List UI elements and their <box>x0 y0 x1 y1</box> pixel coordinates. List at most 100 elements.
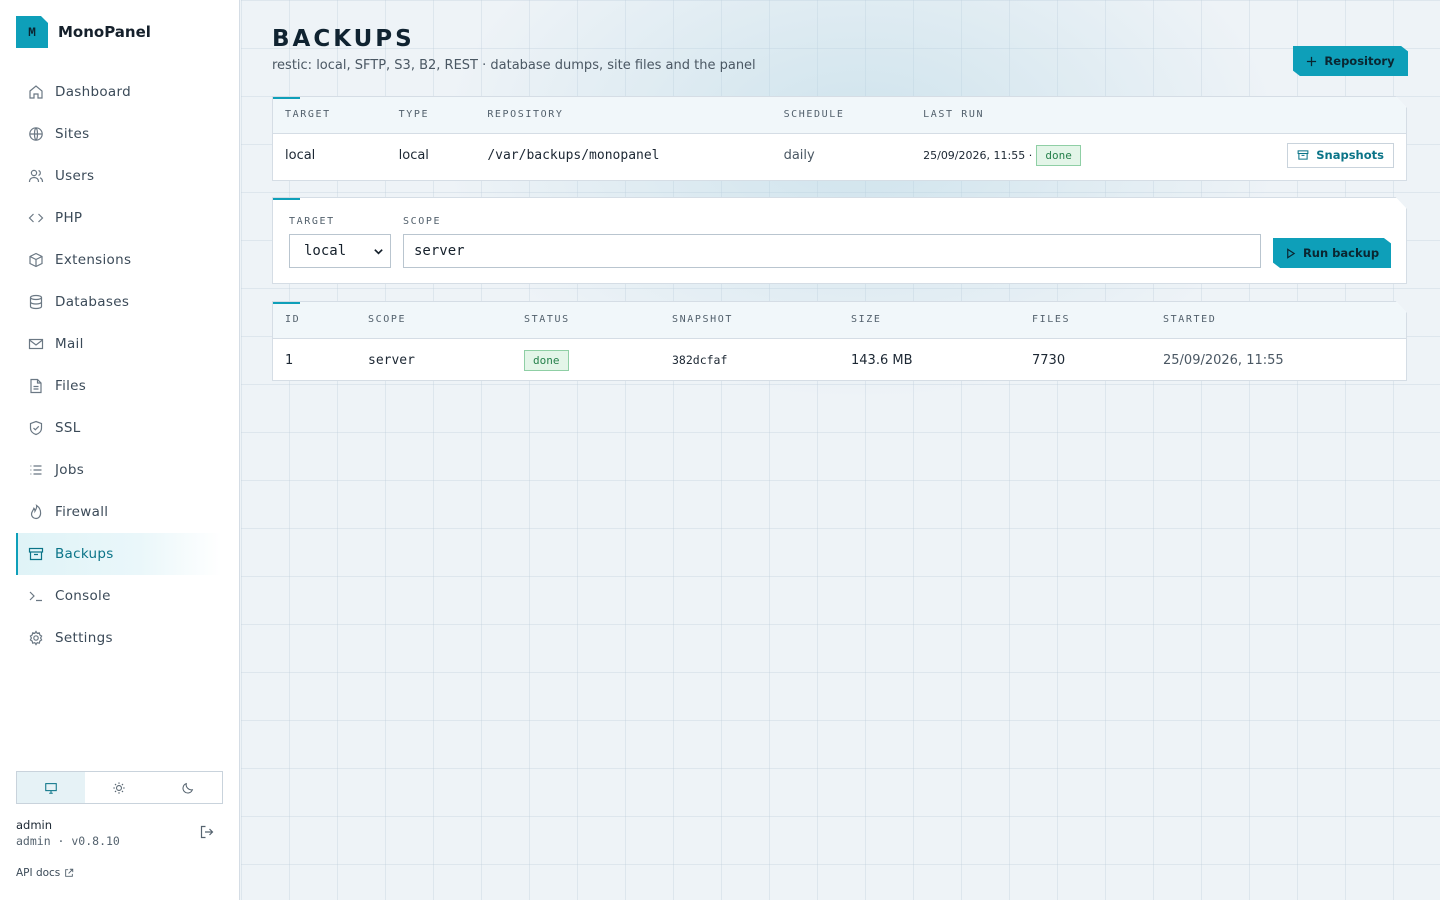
user-meta: admin · v0.8.10 <box>16 834 120 848</box>
file-icon <box>30 378 42 394</box>
sidebar-item-label: Dashboard <box>55 84 131 100</box>
sidebar-item-label: Console <box>55 588 111 604</box>
sidebar-item-backups[interactable]: Backups <box>16 533 222 575</box>
target-field-label: TARGET <box>289 216 335 227</box>
theme-light-button[interactable] <box>85 772 153 803</box>
gear-icon <box>29 630 43 646</box>
targets-table: TARGET TYPE REPOSITORY SCHEDULE LAST RUN… <box>273 97 1406 177</box>
runs-card: ID SCOPE STATUS SNAPSHOT SIZE FILES STAR… <box>272 301 1407 381</box>
package-icon <box>29 252 43 268</box>
column-header-actions <box>1275 97 1406 134</box>
sidebar-item-firewall[interactable]: Firewall <box>16 491 222 533</box>
table-row: local local /var/backups/monopanel daily… <box>273 133 1406 177</box>
started-cell: 25/09/2026, 11:55 <box>1163 352 1284 368</box>
sidebar-item-label: PHP <box>55 210 83 226</box>
users-icon <box>28 169 44 183</box>
status-badge: done <box>524 349 569 371</box>
mail-icon <box>28 338 44 350</box>
column-header: FILES <box>1020 302 1151 339</box>
sidebar-item-label: Settings <box>55 630 113 646</box>
play-icon <box>1287 247 1296 259</box>
brand-name: MonoPanel <box>58 23 151 41</box>
sidebar-item-console[interactable]: Console <box>16 575 222 617</box>
brand-logo: M <box>16 16 48 48</box>
scope-input[interactable]: server <box>403 234 1261 268</box>
sidebar-item-php[interactable]: PHP <box>16 197 222 239</box>
run-backup-form: TARGET local SCOPE server Run backup <box>272 197 1407 284</box>
column-header: REPOSITORY <box>475 97 772 134</box>
sun-icon <box>113 781 126 794</box>
sidebar-nav: Dashboard Sites Users PHP Extensions Dat… <box>16 71 222 659</box>
sidebar-item-settings[interactable]: Settings <box>16 617 222 659</box>
type-cell: local <box>398 147 429 163</box>
run-backup-button[interactable]: Run backup <box>1273 238 1391 268</box>
sidebar-item-files[interactable]: Files <box>16 365 222 407</box>
sidebar-item-sites[interactable]: Sites <box>16 113 222 155</box>
theme-switch <box>16 771 223 804</box>
logout-icon[interactable] <box>199 824 215 840</box>
column-header: STATUS <box>512 302 660 339</box>
sidebar-item-label: SSL <box>55 420 81 436</box>
terminal-icon <box>29 591 42 602</box>
sidebar: M MonoPanel Dashboard Sites Users PHP Ex… <box>0 0 240 900</box>
api-docs-label: API docs <box>16 867 61 879</box>
sidebar-item-label: Jobs <box>55 462 85 478</box>
status-badge: done <box>1036 144 1081 166</box>
database-icon <box>29 294 43 310</box>
page-title: BACKUPS <box>272 26 415 52</box>
globe-icon <box>29 127 43 141</box>
sidebar-item-label: Sites <box>55 126 90 142</box>
column-header: SIZE <box>839 302 1020 339</box>
column-header: SCOPE <box>356 302 512 339</box>
sidebar-item-jobs[interactable]: Jobs <box>16 449 222 491</box>
column-header: ID <box>273 302 356 339</box>
user-name: admin <box>16 818 53 832</box>
column-header: TARGET <box>273 97 387 134</box>
user-block: admin admin · v0.8.10 <box>16 818 223 848</box>
snapshots-button[interactable]: Snapshots <box>1287 142 1394 168</box>
moon-icon <box>182 782 193 793</box>
theme-system-button[interactable] <box>17 772 86 803</box>
column-header: TYPE <box>386 97 476 134</box>
brand[interactable]: M MonoPanel <box>16 16 151 48</box>
sidebar-item-databases[interactable]: Databases <box>16 281 222 323</box>
sidebar-item-label: Databases <box>55 294 130 310</box>
target-select-value: local <box>304 243 347 259</box>
sidebar-item-dashboard[interactable]: Dashboard <box>16 71 222 113</box>
api-docs-link[interactable]: API docs <box>16 867 74 879</box>
scope-cell: server <box>368 352 415 368</box>
add-repository-label: Repository <box>1324 54 1395 68</box>
sidebar-item-mail[interactable]: Mail <box>16 323 222 365</box>
archive-icon <box>28 547 44 561</box>
sidebar-item-users[interactable]: Users <box>16 155 222 197</box>
sidebar-item-extensions[interactable]: Extensions <box>16 239 222 281</box>
column-header: SCHEDULE <box>771 97 912 134</box>
targets-card: TARGET TYPE REPOSITORY SCHEDULE LAST RUN… <box>272 96 1407 181</box>
target-cell: local <box>285 147 316 163</box>
last-run-time: 25/09/2026, 11:55 · <box>923 148 1033 162</box>
files-cell: 7730 <box>1032 352 1066 368</box>
main-content: BACKUPS restic: local, SFTP, S3, B2, RES… <box>241 0 1440 900</box>
archive-icon <box>1297 150 1309 160</box>
table-row[interactable]: 1 server done 382dcfaf 143.6 MB 7730 25/… <box>273 338 1406 381</box>
monitor-icon <box>45 782 57 794</box>
list-icon <box>30 465 42 475</box>
external-link-icon <box>65 868 74 877</box>
runs-table: ID SCOPE STATUS SNAPSHOT SIZE FILES STAR… <box>273 302 1406 381</box>
theme-dark-button[interactable] <box>154 772 222 803</box>
actions-cell: Snapshots <box>1275 133 1406 177</box>
scope-field-label: SCOPE <box>403 216 442 227</box>
sidebar-item-label: Firewall <box>55 504 109 520</box>
snapshot-cell: 382dcfaf <box>672 353 728 368</box>
schedule-cell: daily <box>783 147 815 163</box>
shield-icon <box>29 420 43 436</box>
sidebar-item-label: Users <box>55 168 95 184</box>
table-header-row: TARGET TYPE REPOSITORY SCHEDULE LAST RUN <box>273 97 1406 134</box>
status-cell: done <box>512 338 660 381</box>
column-header: LAST RUN <box>911 97 1276 134</box>
sidebar-item-ssl[interactable]: SSL <box>16 407 222 449</box>
column-header: SNAPSHOT <box>660 302 839 339</box>
target-select[interactable]: local <box>289 234 391 268</box>
snapshots-label: Snapshots <box>1316 148 1384 163</box>
add-repository-button[interactable]: Repository <box>1293 46 1408 76</box>
